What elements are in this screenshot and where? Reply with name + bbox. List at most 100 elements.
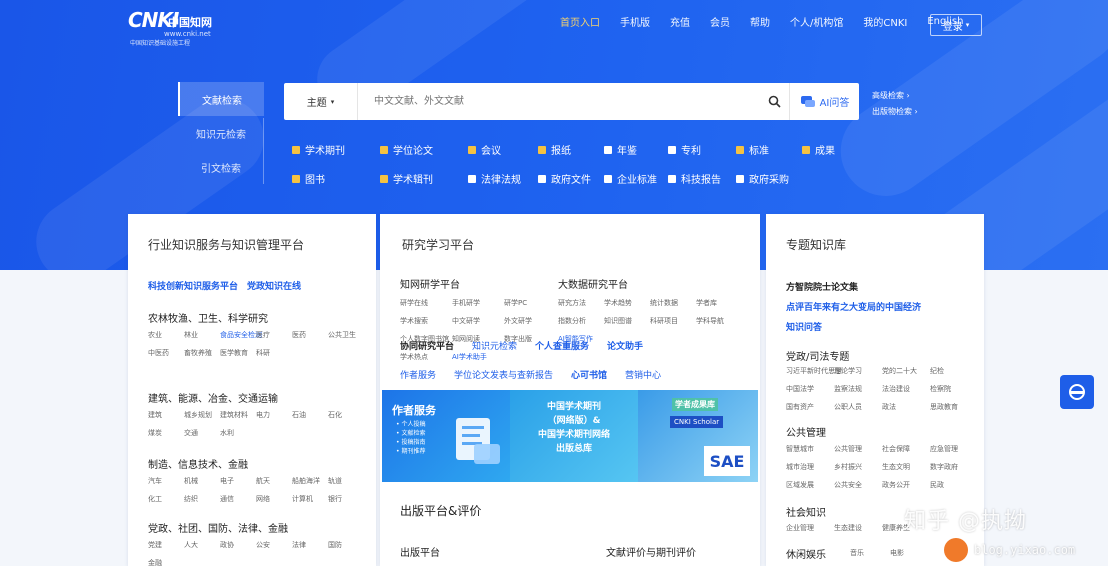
featured-topic[interactable]: 知识问答 [786,320,822,333]
research-link[interactable]: 手机研学 [452,298,500,308]
industry-link[interactable]: 医药 [292,330,328,340]
industry-link[interactable]: 公共卫生 [328,330,364,340]
industry-link[interactable]: 林业 [184,330,220,340]
subsection-title[interactable]: 出版平台 [400,544,440,559]
industry-link[interactable]: 计算机 [292,494,328,504]
research-link[interactable]: 外文研学 [504,316,552,326]
service-link[interactable]: 协同研究平台 [400,339,454,352]
tab-citation-search[interactable]: 引文检索 [178,150,264,184]
service-link[interactable]: 学位论文发表与查新报告 [454,368,553,381]
database-checkbox[interactable]: 科技报告 [668,171,736,186]
research-link[interactable]: 学术热点 [400,352,448,362]
nav-recharge[interactable]: 充值 [670,14,690,29]
industry-link[interactable]: 食品安全检测 [220,330,262,340]
topic-link[interactable]: 区域发展 [786,480,832,490]
database-checkbox[interactable]: 政府采购 [736,171,802,186]
research-link[interactable]: 研学PC [504,298,552,308]
topic-link[interactable]: 生态建设 [834,523,880,533]
industry-link[interactable]: 法律 [292,540,328,550]
nav-home-entry[interactable]: 首页入口 [560,14,600,29]
subsection-title[interactable]: 文献评价与期刊评价 [606,544,696,559]
industry-link[interactable]: 汽车 [148,476,184,486]
nav-help[interactable]: 帮助 [750,14,770,29]
advanced-search-link[interactable]: 高级检索 › [872,88,918,104]
industry-link[interactable]: 纺织 [184,494,220,504]
industry-link[interactable]: 电力 [256,410,292,420]
nav-member[interactable]: 会员 [710,14,730,29]
industry-link[interactable]: 公安 [256,540,292,550]
industry-link[interactable]: 城乡规划 [184,410,220,420]
card-highlight-links[interactable]: 科技创新知识服务平台 党政知识在线 [148,279,301,292]
journal-database-banner[interactable]: 中国学术期刊 （网络版）& 中国学术期刊网络 出版总库 [510,390,638,482]
industry-link[interactable]: 科研 [256,348,292,358]
topic-link[interactable]: 习近平新时代思想 [786,366,842,376]
topic-link[interactable]: 法治建设 [882,384,928,394]
database-checkbox[interactable]: 成果 [802,142,862,157]
nav-mobile[interactable]: 手机版 [620,14,650,29]
industry-link[interactable]: 通信 [220,494,256,504]
industry-link[interactable]: 医疗 [256,330,292,340]
ai-qa-button[interactable]: AI问答 [789,83,859,120]
industry-link[interactable]: 石油 [292,410,328,420]
topic-link[interactable]: 公职人员 [834,402,880,412]
subsection-title[interactable]: 大数据研究平台 [558,276,628,291]
search-scope-select[interactable]: 主题 ▾ [284,83,358,120]
topic-link[interactable]: 音乐 [850,548,890,558]
scholar-banner[interactable]: 学者成果库 CNKI Scholar SAE [638,390,758,482]
industry-link[interactable]: 船舶海洋 [292,476,328,486]
login-button[interactable]: 登录 ▾ [930,14,982,36]
tab-document-search[interactable]: 文献检索 [178,82,264,116]
bigdata-link[interactable]: 研究方法 [558,298,602,308]
industry-link[interactable]: 轨道 [328,476,364,486]
industry-link[interactable]: 人大 [184,540,220,550]
bigdata-link[interactable]: 学术趋势 [604,298,648,308]
topic-link[interactable]: 电影 [890,548,930,558]
industry-link[interactable]: 建筑 [148,410,184,420]
database-checkbox[interactable]: 学术期刊 [292,142,380,157]
service-link[interactable]: 作者服务 [400,368,436,381]
topic-link[interactable]: 应急管理 [930,444,976,454]
search-input[interactable] [358,83,759,120]
search-button[interactable] [759,83,789,120]
industry-link[interactable]: 畜牧养殖 [184,348,220,358]
topic-link[interactable]: 乡村振兴 [834,462,880,472]
topic-link[interactable]: 政法 [882,402,928,412]
research-link[interactable]: AI学术助手 [452,352,500,362]
database-checkbox[interactable]: 政府文件 [538,171,604,186]
cnki-logo[interactable]: CNKI 中国知网 www.cnki.net 中国知识基础设施工程 [128,8,248,47]
database-checkbox[interactable]: 学位论文 [380,142,468,157]
bigdata-link[interactable]: 指数分析 [558,316,602,326]
industry-link[interactable]: 化工 [148,494,184,504]
service-link[interactable]: 知识元检索 [472,339,517,352]
topic-link[interactable]: 纪检 [930,366,976,376]
topic-link[interactable]: 思政教育 [930,402,976,412]
nav-personal-institution[interactable]: 个人/机构馆 [790,14,843,29]
topic-link[interactable]: 企业管理 [786,523,832,533]
research-link[interactable]: 学术搜索 [400,316,448,326]
author-service-banner[interactable]: 作者服务 • 个人投稿 • 文献检索 • 投稿指南 • 期刊推荐 [382,390,510,482]
database-checkbox[interactable]: 会议 [468,142,538,157]
topic-link[interactable]: 理论学习 [834,366,880,376]
industry-link[interactable]: 银行 [328,494,364,504]
topic-link[interactable]: 生态文明 [882,462,928,472]
industry-link[interactable]: 网络 [256,494,292,504]
publication-search-link[interactable]: 出版物检索 › [872,104,918,120]
industry-link[interactable]: 农业 [148,330,184,340]
industry-link[interactable]: 电子 [220,476,256,486]
database-checkbox[interactable]: 企业标准 [604,171,668,186]
database-checkbox[interactable]: 学术辑刊 [380,171,468,186]
subsection-title[interactable]: 知网研学平台 [400,276,460,291]
topic-link[interactable]: 公共管理 [834,444,880,454]
featured-topic[interactable]: 方智院院士论文集 [786,280,858,293]
database-checkbox[interactable]: 标准 [736,142,802,157]
topic-link[interactable]: 国有资产 [786,402,832,412]
industry-link[interactable]: 水利 [220,428,256,438]
bigdata-link[interactable]: 科研项目 [650,316,694,326]
industry-link[interactable]: 煤炭 [148,428,184,438]
service-link[interactable]: 个人查重服务 [535,339,589,352]
industry-link[interactable]: 机械 [184,476,220,486]
research-link[interactable]: 研学在线 [400,298,448,308]
bigdata-link[interactable]: 统计数据 [650,298,694,308]
topic-link[interactable]: 党的二十大 [882,366,928,376]
topic-link[interactable]: 数字政府 [930,462,976,472]
